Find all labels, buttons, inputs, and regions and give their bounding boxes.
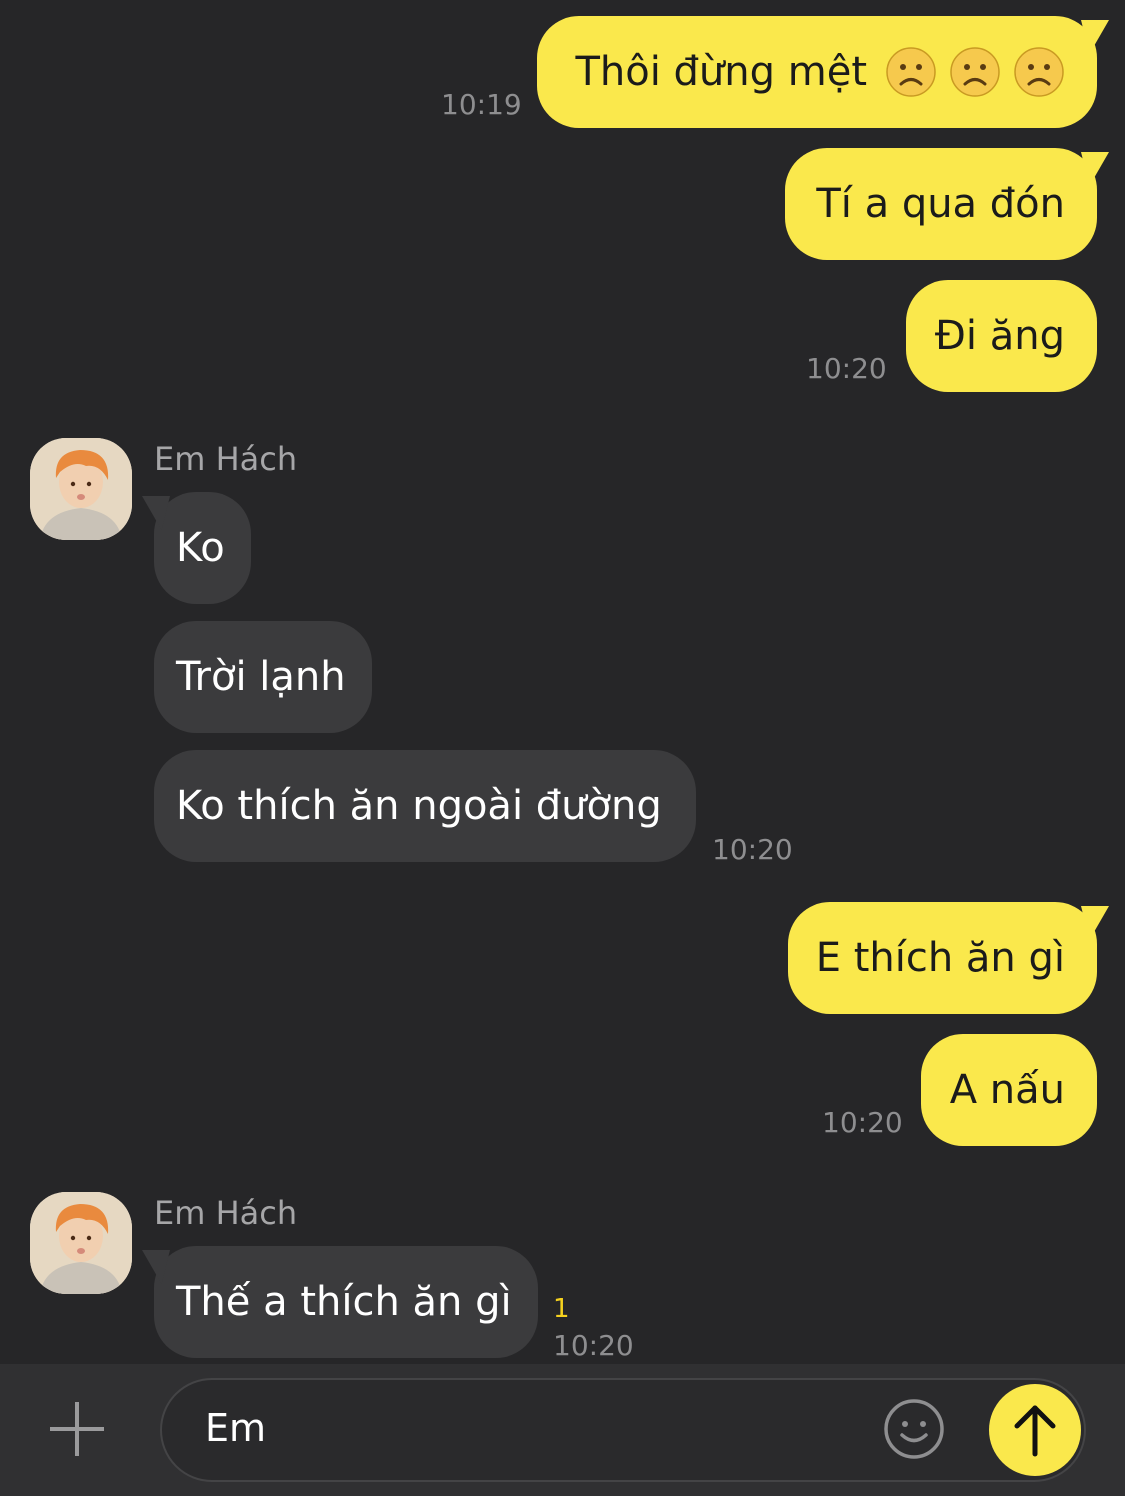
unread-count: 1 [553,1294,570,1324]
bubble-tail [142,1250,170,1284]
sender-name: Em Hách [154,440,298,478]
emoji-icon[interactable] [883,1398,945,1460]
avatar[interactable] [30,438,132,540]
message-text: Thế a thích ăn gì [176,1279,512,1325]
message-text: Trời lạnh [176,654,346,700]
outgoing-message[interactable]: E thích ăn gì [788,902,1109,1014]
emoji-group [885,46,1065,98]
message-text: Ko thích ăn ngoài đường [176,783,662,829]
incoming-message[interactable]: Thế a thích ăn gì [142,1246,538,1358]
message-text: Đi ăng [934,313,1065,359]
incoming-message[interactable]: Ko thích ăn ngoài đường [154,750,696,862]
message-text: Ko [176,525,225,571]
frowning-face-icon [1014,47,1064,97]
sender-name: Em Hách [154,1194,298,1232]
message-input-text[interactable]: Em [205,1406,266,1450]
message-text: E thích ăn gì [815,935,1065,981]
message-time: 10:20 [822,1106,903,1139]
bubble-tail [1081,152,1109,186]
bubble-tail [1081,906,1109,940]
plus-icon[interactable] [48,1400,106,1458]
message-time: 10:20 [806,352,887,385]
message-time: 10:20 [553,1329,634,1362]
frowning-face-icon [950,47,1000,97]
avatar[interactable] [30,1192,132,1294]
outgoing-message[interactable]: A nấu [921,1034,1097,1146]
send-button[interactable] [989,1384,1081,1476]
bubble-tail [1081,20,1109,54]
profile-photo-icon [30,1192,132,1294]
incoming-message[interactable]: Ko [142,492,251,604]
incoming-message[interactable]: Trời lạnh [154,621,372,733]
message-time: 10:20 [712,833,793,866]
outgoing-message[interactable]: Thôi đừng mệt [537,16,1109,128]
frowning-face-icon [886,47,936,97]
message-time: 10:19 [441,88,522,121]
message-text: Thôi đừng mệt [575,49,867,95]
outgoing-message[interactable]: Tí a qua đón [785,148,1109,260]
message-input[interactable] [160,1378,1086,1482]
profile-photo-icon [30,438,132,540]
message-text: Tí a qua đón [816,181,1065,227]
send-arrow-icon [1014,1405,1056,1457]
outgoing-message[interactable]: Đi ăng [906,280,1097,392]
bubble-tail [142,496,170,530]
message-text: A nấu [949,1067,1065,1113]
